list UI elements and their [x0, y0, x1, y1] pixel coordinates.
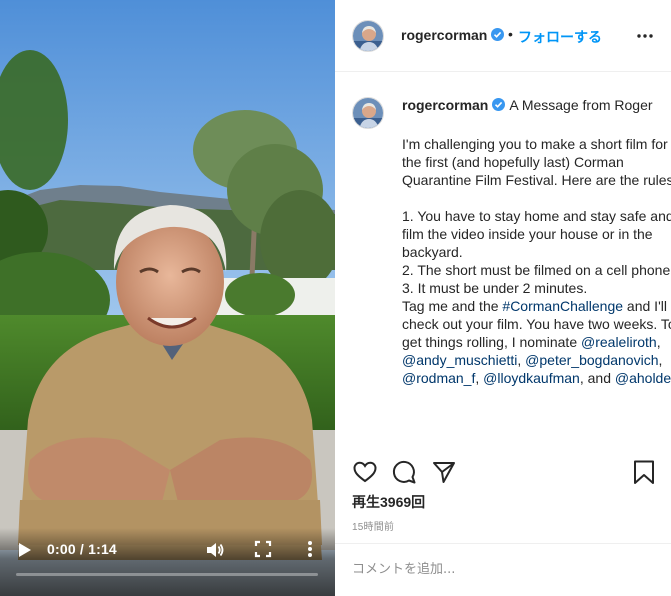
caption-heading: rogercorman A Message from Roger: [402, 97, 653, 113]
comment-input[interactable]: [352, 558, 652, 580]
verified-badge-icon: [492, 98, 506, 111]
timestamp[interactable]: 15時間前: [352, 518, 394, 533]
closing-text: Tag me and the: [402, 298, 503, 314]
separator-text: ,: [475, 370, 484, 386]
verified-badge-icon: [491, 28, 505, 41]
mention-link[interactable]: @peter_bogdanovich: [525, 352, 658, 368]
caption-title: A Message from Roger: [509, 97, 653, 113]
username-text[interactable]: rogercorman: [401, 27, 487, 43]
separator-text: , and: [579, 370, 615, 386]
caption-closing: Tag me and the #CormanChallenge and I'll…: [402, 297, 671, 387]
separator-text: ,: [658, 352, 663, 368]
rule-1: 1. You have to stay home and stay safe a…: [402, 208, 671, 260]
video-progress-bar[interactable]: [16, 573, 318, 576]
video-controls: 0:00 / 1:14: [0, 528, 335, 596]
mention-link[interactable]: @lloydkaufman: [483, 370, 580, 386]
video-player[interactable]: 0:00 / 1:14: [0, 0, 335, 596]
follow-button[interactable]: フォローする: [518, 27, 602, 47]
separator-text: ,: [656, 334, 661, 350]
mention-link[interactable]: @rodman_f: [402, 370, 475, 386]
video-time: 0:00 / 1:14: [47, 541, 117, 557]
avatar[interactable]: [352, 20, 384, 52]
caption-intro: I'm challenging you to make a short film…: [402, 136, 671, 188]
rule-2: 2. The short must be filmed on a cell ph…: [402, 262, 671, 278]
bookmark-icon[interactable]: [631, 459, 657, 485]
post-header: rogercorman • フォローする: [335, 0, 671, 72]
mention-link[interactable]: @realeliroth: [581, 334, 657, 350]
header-username[interactable]: rogercorman: [401, 27, 505, 43]
hashtag-link[interactable]: #CormanChallenge: [502, 298, 623, 314]
vertical-dots-icon[interactable]: [302, 539, 318, 559]
heart-icon[interactable]: [352, 459, 378, 485]
separator-text: ,: [517, 352, 526, 368]
caption-username[interactable]: rogercorman: [402, 97, 488, 113]
view-count[interactable]: 再生3969回: [352, 492, 425, 512]
caption: rogercorman A Message from Roger I'm chal…: [352, 95, 671, 440]
mention-link[interactable]: @aholdenj: [615, 370, 671, 386]
divider: [335, 543, 671, 544]
rule-3: 3. It must be under 2 minutes.: [402, 280, 588, 296]
avatar[interactable]: [352, 97, 384, 129]
action-bar: [335, 454, 671, 490]
caption-body: I'm challenging you to make a short film…: [402, 135, 671, 387]
separator-dot: •: [508, 26, 513, 42]
mention-link[interactable]: @andy_muschietti: [402, 352, 517, 368]
horizontal-dots-icon[interactable]: [636, 28, 654, 38]
comment-icon[interactable]: [391, 459, 417, 485]
video-frame: [0, 0, 335, 596]
fullscreen-icon[interactable]: [254, 540, 272, 558]
volume-icon[interactable]: [205, 540, 225, 560]
post-panel: rogercorman • フォローする rogercorman A Messag…: [335, 0, 671, 596]
share-icon[interactable]: [431, 459, 457, 485]
play-icon[interactable]: [14, 540, 34, 560]
